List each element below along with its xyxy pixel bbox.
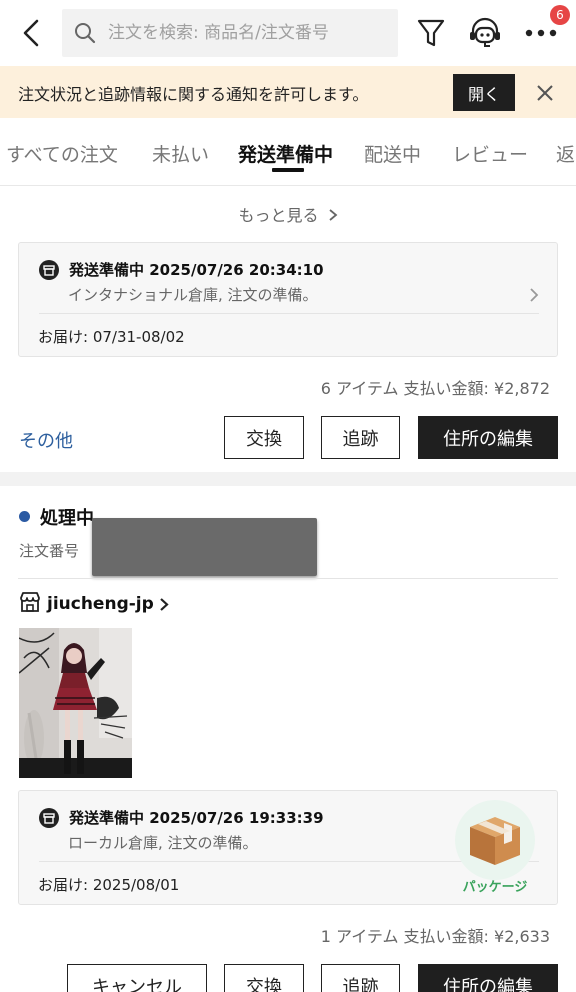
redacted-order-number — [92, 518, 317, 576]
exchange-button[interactable]: 交換 — [224, 964, 304, 992]
chevron-right-icon — [529, 287, 539, 306]
show-more-label: もっと見る — [238, 206, 319, 225]
search-bar[interactable] — [62, 9, 398, 57]
status-subtitle: インタナショナル倉庫, 注文の準備。 — [68, 286, 318, 304]
processing-status-dot — [19, 511, 30, 522]
tab-review[interactable]: レビュー — [452, 140, 528, 167]
close-icon[interactable] — [530, 78, 560, 108]
order-tabs: すべての注文 未払い 発送準備中 配送中 レビュー 返 — [0, 118, 576, 186]
divider — [18, 578, 558, 579]
tab-shipping[interactable]: 配送中 — [364, 140, 421, 167]
delivery-date: お届け: 07/31-08/02 — [38, 328, 185, 346]
search-input[interactable] — [108, 23, 388, 43]
notification-badge: 6 — [550, 5, 570, 25]
open-notifications-button[interactable]: 開く — [453, 74, 515, 111]
order-total: 6 アイテム 支払い金額: ¥2,872 — [320, 379, 550, 398]
cancel-button[interactable]: キャンセル — [67, 964, 207, 992]
tab-unpaid[interactable]: 未払い — [152, 140, 209, 167]
active-tab-indicator — [272, 168, 304, 172]
tab-all-orders[interactable]: すべての注文 — [6, 140, 118, 167]
product-thumbnail[interactable] — [19, 628, 132, 778]
shipping-status-card[interactable]: 発送準備中 2025/07/26 20:34:10 インタナショナル倉庫, 注文… — [18, 242, 558, 357]
store-icon — [19, 592, 41, 616]
package-floating-button[interactable]: パッケージ — [450, 800, 540, 896]
package-status-icon — [39, 807, 59, 828]
status-subtitle: ローカル倉庫, 注文の準備。 — [68, 834, 258, 852]
order-total: 1 アイテム 支払い金額: ¥2,633 — [320, 927, 550, 946]
edit-address-button[interactable]: 住所の編集 — [418, 416, 558, 459]
shop-link[interactable]: jiucheng-jp — [19, 592, 169, 616]
delivery-date: お届け: 2025/08/01 — [38, 876, 180, 894]
exchange-button[interactable]: 交換 — [224, 416, 304, 459]
other-link[interactable]: その他 — [19, 427, 73, 453]
cardboard-box-icon — [455, 800, 535, 880]
package-label: パッケージ — [462, 880, 528, 895]
track-button[interactable]: 追跡 — [321, 416, 400, 459]
track-button[interactable]: 追跡 — [321, 964, 400, 992]
tab-returns[interactable]: 返 — [556, 140, 575, 167]
order-number-label: 注文番号 — [19, 542, 80, 560]
chevron-right-icon — [328, 209, 337, 221]
package-status-icon — [39, 259, 59, 280]
support-headset-icon[interactable] — [466, 14, 504, 52]
top-bar: 6 — [0, 0, 576, 66]
order-state: 処理中 — [40, 508, 94, 529]
section-separator — [0, 472, 576, 486]
shop-name: jiucheng-jp — [47, 594, 154, 614]
status-title: 発送準備中 2025/07/26 20:34:10 — [69, 261, 324, 279]
notification-text: 注文状況と追跡情報に関する通知を許可します。 — [18, 85, 369, 104]
tab-preparing[interactable]: 発送準備中 — [238, 140, 333, 167]
back-icon[interactable] — [14, 14, 48, 52]
chevron-right-icon — [160, 597, 169, 611]
status-title: 発送準備中 2025/07/26 19:33:39 — [69, 809, 324, 827]
filter-icon[interactable] — [412, 14, 450, 52]
search-icon — [62, 22, 108, 44]
divider — [39, 313, 539, 314]
show-more-link[interactable]: もっと見る — [0, 202, 576, 226]
edit-address-button[interactable]: 住所の編集 — [418, 964, 558, 992]
